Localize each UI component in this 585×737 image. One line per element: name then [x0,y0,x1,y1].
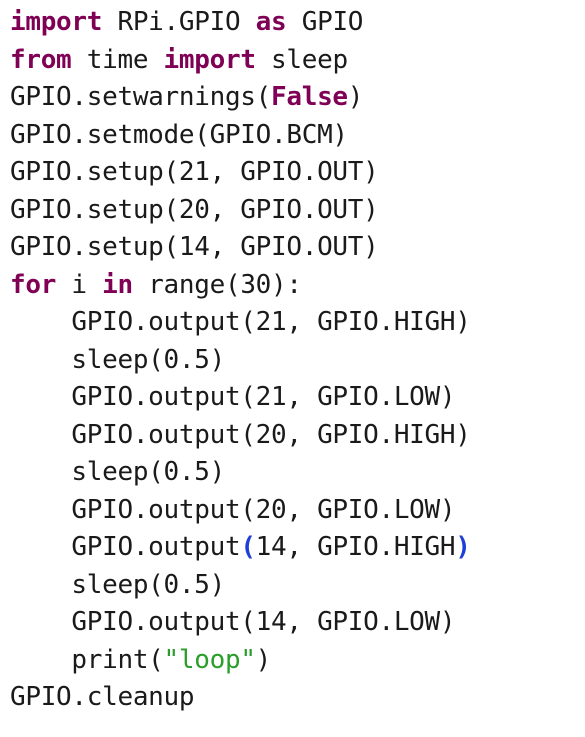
code-line[interactable]: GPIO.setwarnings(False) [10,79,585,117]
code-token: 14, GPIO.HIGH [255,532,456,562]
code-line[interactable]: from time import sleep [10,42,585,80]
code-token: RPi.GPIO [102,7,256,37]
code-token: ) [255,644,272,675]
code-line[interactable]: GPIO.cleanup [10,679,585,717]
code-line[interactable]: sleep(0.5) [10,567,585,605]
code-line[interactable]: for i in range(30): [10,267,585,305]
code-token: GPIO.setup(14, GPIO.OUT) [10,232,379,262]
code-token: GPIO.output [10,532,241,562]
keyword-token: in [102,269,133,300]
string-literal-token: "loop" [163,644,256,675]
code-line[interactable]: sleep(0.5) [10,454,585,492]
code-line[interactable]: GPIO.output(21, GPIO.HIGH) [10,304,585,342]
code-token: sleep(0.5) [10,457,225,487]
code-token: i [56,269,103,300]
code-line[interactable]: GPIO.setup(20, GPIO.OUT) [10,192,585,230]
code-listing[interactable]: import RPi.GPIO as GPIO from time import … [10,4,585,717]
code-token: print( [10,644,164,675]
code-token: GPIO.output(21, GPIO.HIGH) [10,307,471,337]
code-token: sleep(0.5) [10,344,225,375]
keyword-token: for [10,269,57,300]
code-token: GPIO.output(20, GPIO.LOW) [10,494,456,525]
code-token: GPIO.setup(20, GPIO.OUT) [10,194,379,225]
code-token: GPIO.setmode(GPIO.BCM) [10,119,348,150]
code-token: GPIO.setwarnings( [10,82,272,112]
code-token: time [71,44,164,75]
code-token: GPIO.setup(21, GPIO.OUT) [10,157,379,187]
code-line[interactable]: GPIO.setmode(GPIO.BCM) [10,117,585,155]
code-line[interactable]: print("loop") [10,642,585,680]
code-token: GPIO.output(20, GPIO.HIGH) [10,419,471,450]
code-token: GPIO.output(21, GPIO.LOW) [10,382,456,412]
code-editor[interactable]: import RPi.GPIO as GPIO from time import … [0,0,585,737]
keyword-token: as [255,7,287,37]
code-token: ) [347,82,364,112]
code-token: sleep(0.5) [10,569,225,600]
code-token: GPIO [286,7,364,37]
keyword-token: from [10,44,72,75]
bracket-match-highlight: ( [240,532,256,562]
code-line[interactable]: GPIO.output(14, GPIO.LOW) [10,604,585,642]
code-token: GPIO.output(14, GPIO.LOW) [10,607,456,637]
code-line[interactable]: GPIO.setup(21, GPIO.OUT) [10,154,585,192]
code-line[interactable]: import RPi.GPIO as GPIO [10,4,585,42]
keyword-token: False [271,82,348,112]
code-line[interactable]: GPIO.setup(14, GPIO.OUT) [10,229,585,267]
code-line[interactable]: GPIO.output(20, GPIO.LOW) [10,492,585,530]
code-line[interactable]: GPIO.output(21, GPIO.LOW) [10,379,585,417]
keyword-token: import [163,44,256,75]
bracket-match-highlight: ) [455,532,471,562]
code-line[interactable]: GPIO.output(20, GPIO.HIGH) [10,417,585,455]
code-line[interactable]: sleep(0.5) [10,342,585,380]
code-token: range(30): [132,269,302,300]
code-token: sleep [255,44,348,75]
code-token: GPIO.cleanup [10,682,195,712]
code-line[interactable]: GPIO.output(14, GPIO.HIGH) [10,529,585,567]
keyword-token: import [10,7,103,37]
